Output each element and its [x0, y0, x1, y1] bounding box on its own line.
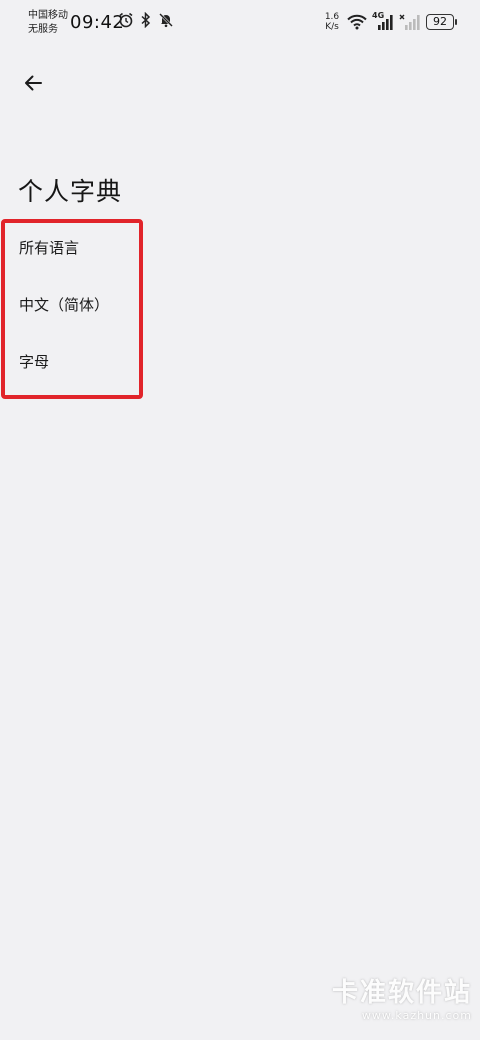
list-item-label: 所有语言 [19, 239, 80, 257]
page-title: 个人字典 [18, 177, 123, 206]
list-item-all-languages[interactable]: 所有语言 [0, 219, 480, 276]
watermark-title: 卡准软件站 [331, 978, 472, 1008]
back-button[interactable] [16, 66, 50, 100]
network-speed-unit: K/s [325, 22, 339, 32]
signal-icon [378, 15, 393, 30]
list-item-chinese-simplified[interactable]: 中文（简体） [0, 276, 480, 333]
carrier-name: 中国移动 [28, 10, 68, 21]
status-icons-left [118, 12, 174, 28]
mute-icon [159, 13, 173, 28]
list-item-alphabet[interactable]: 字母 [0, 333, 480, 390]
arrow-left-icon [25, 75, 42, 91]
language-list: 所有语言 中文（简体） 字母 [0, 219, 480, 390]
battery-icon: 92 [426, 14, 457, 30]
status-time: 09:42 [70, 12, 125, 33]
no-signal-icon [399, 14, 420, 30]
battery-level: 92 [433, 15, 447, 28]
status-bar: 中国移动 无服务 09:42 1.6 K/s 4G 92 [0, 0, 480, 46]
service-status: 无服务 [28, 24, 58, 35]
watermark-url: www.kazhun.com [361, 1009, 472, 1022]
list-item-label: 中文（简体） [19, 296, 110, 314]
bluetooth-icon [141, 12, 151, 28]
carrier-info: 中国移动 无服务 [28, 9, 68, 37]
network-speed-value: 1.6 [324, 12, 340, 22]
network-speed: 1.6 K/s [322, 12, 342, 32]
wifi-icon [347, 14, 367, 30]
status-icons-right: 1.6 K/s 4G 92 [322, 11, 457, 32]
list-item-label: 字母 [19, 353, 50, 371]
alarm-icon [119, 12, 133, 28]
watermark: 卡准软件站 www.kazhun.com [332, 972, 472, 1022]
mobile-signal: 4G [372, 11, 394, 30]
